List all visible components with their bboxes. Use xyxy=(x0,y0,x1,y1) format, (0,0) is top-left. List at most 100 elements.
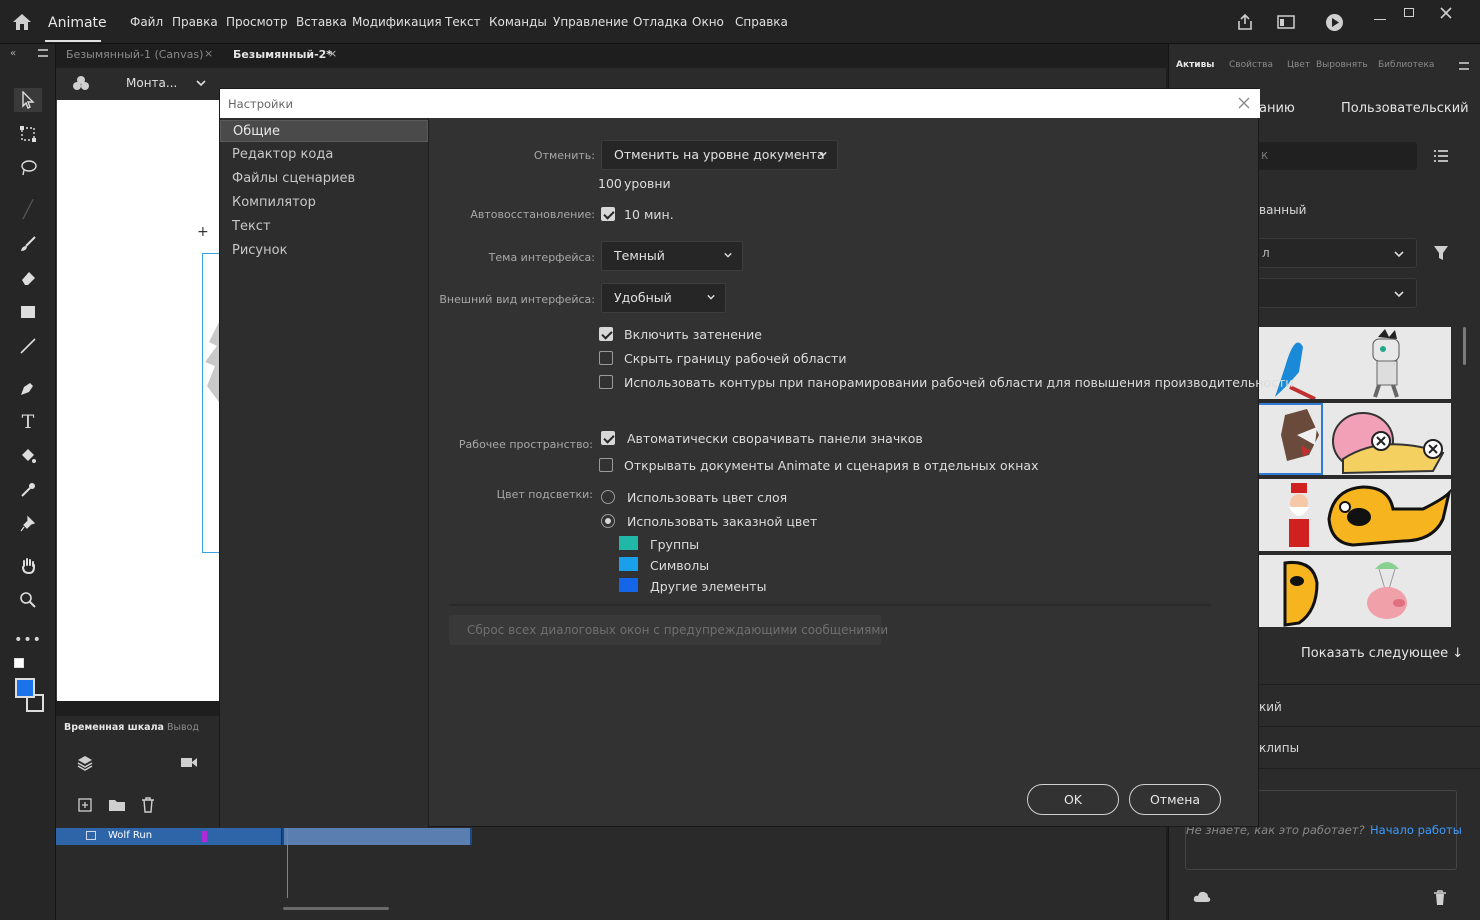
menu-window[interactable]: Окно xyxy=(692,15,724,29)
pin-tool-icon[interactable] xyxy=(14,512,42,536)
category-text[interactable]: Текст xyxy=(220,216,428,238)
scene-icon[interactable] xyxy=(72,75,90,93)
menu-view[interactable]: Просмотр xyxy=(226,15,288,29)
menu-help[interactable]: Справка xyxy=(735,15,788,29)
eyedropper-tool-icon[interactable] xyxy=(14,478,42,502)
other-elements-color-swatch[interactable] xyxy=(619,578,638,592)
symbols-color-swatch[interactable] xyxy=(619,557,638,571)
collapse-toolbar-icon[interactable]: « xyxy=(10,48,16,59)
undo-levels-value[interactable]: 100 xyxy=(598,176,622,191)
timeline-scrollbar[interactable] xyxy=(283,907,389,910)
swap-colors-icon[interactable] xyxy=(14,658,24,668)
rectangle-tool-icon[interactable] xyxy=(14,300,42,324)
layer-name[interactable]: Wolf Run xyxy=(108,830,152,841)
test-movie-icon[interactable] xyxy=(1325,13,1344,32)
theme-dropdown[interactable]: Темный xyxy=(601,241,743,271)
close-icon[interactable] xyxy=(1238,97,1250,109)
subtab-animated[interactable]: анию xyxy=(1259,101,1295,116)
tab-output[interactable]: Вывод xyxy=(167,722,199,733)
menu-control[interactable]: Управление xyxy=(553,15,628,29)
eraser-tool-icon[interactable] xyxy=(14,266,42,290)
filter-icon[interactable] xyxy=(1433,244,1449,262)
tab-align[interactable]: Выровнять xyxy=(1316,60,1368,70)
close-tab-icon[interactable]: × xyxy=(204,47,213,60)
toolbar-menu-icon[interactable] xyxy=(38,49,48,57)
category-code-editor[interactable]: Редактор кода xyxy=(220,144,428,166)
menu-commands[interactable]: Команды xyxy=(489,15,547,29)
text-tool-icon[interactable]: T xyxy=(14,410,42,434)
pan-outlines-checkbox[interactable] xyxy=(599,375,613,389)
trash-icon[interactable] xyxy=(141,797,155,813)
playhead[interactable] xyxy=(287,828,288,898)
tab-timeline[interactable]: Временная шкала xyxy=(64,722,164,733)
asset-thumbnail-mummy[interactable] xyxy=(1323,327,1451,399)
subtab-custom[interactable]: Пользовательский xyxy=(1341,101,1469,116)
doc-tab-1[interactable]: Безымянный-1 (Canvas) xyxy=(66,48,203,61)
tab-properties[interactable]: Свойства xyxy=(1229,60,1273,70)
pencil-tool-icon[interactable]: ╱ xyxy=(14,198,42,222)
cancel-button[interactable]: Отмена xyxy=(1129,784,1221,815)
category-compiler[interactable]: Компилятор xyxy=(220,192,428,214)
maximize-icon[interactable] xyxy=(1404,8,1414,17)
delete-asset-icon[interactable] xyxy=(1433,890,1447,906)
close-tab-icon[interactable]: × xyxy=(328,47,337,60)
lasso-tool-icon[interactable] xyxy=(14,156,42,180)
reset-warnings-button[interactable]: Сброс всех диалоговых окон с предупрежда… xyxy=(449,615,888,645)
asset-thumbnail-dog[interactable] xyxy=(1323,479,1452,551)
show-more-link[interactable]: Показать следующее ↓ xyxy=(1301,646,1463,661)
assets-section-clips[interactable]: клипы xyxy=(1259,741,1299,755)
shading-checkbox[interactable] xyxy=(599,327,613,341)
groups-color-swatch[interactable] xyxy=(619,536,638,550)
stroke-color-swatch[interactable] xyxy=(15,678,35,698)
selection-tool-icon[interactable] xyxy=(14,88,42,112)
assets-category-dropdown[interactable]: л xyxy=(1257,238,1417,268)
category-drawing[interactable]: Рисунок xyxy=(220,240,428,262)
separate-windows-checkbox[interactable] xyxy=(599,458,613,472)
chevron-down-icon[interactable] xyxy=(196,79,206,87)
minimize-icon[interactable] xyxy=(1374,19,1386,20)
stage-canvas[interactable]: + xyxy=(57,100,222,701)
assets-section-static[interactable]: кий xyxy=(1259,700,1282,714)
ok-button[interactable]: OK xyxy=(1027,784,1119,815)
free-transform-tool-icon[interactable] xyxy=(14,122,42,146)
use-layer-color-radio[interactable] xyxy=(601,490,615,504)
menu-insert[interactable]: Вставка xyxy=(296,15,347,29)
layers-icon[interactable] xyxy=(76,754,94,772)
category-script-files[interactable]: Файлы сценариев xyxy=(220,168,428,190)
doc-tab-2[interactable]: Безымянный-2* xyxy=(233,48,332,61)
close-window-icon[interactable] xyxy=(1440,7,1452,19)
menu-file[interactable]: Файл xyxy=(130,15,163,29)
tab-color[interactable]: Цвет xyxy=(1287,60,1310,70)
brush-tool-icon[interactable] xyxy=(14,232,42,256)
zoom-tool-icon[interactable] xyxy=(14,588,42,612)
camera-icon[interactable] xyxy=(180,756,198,769)
help-link[interactable]: Начало работы xyxy=(1370,823,1462,837)
use-custom-color-radio[interactable] xyxy=(601,514,615,528)
scene-selector[interactable]: Монта... xyxy=(126,76,177,90)
frame-span[interactable] xyxy=(282,828,472,845)
paint-bucket-tool-icon[interactable] xyxy=(14,444,42,468)
assets-search-input[interactable]: к xyxy=(1257,142,1417,170)
share-icon[interactable] xyxy=(1236,13,1254,31)
more-tools-icon[interactable]: ••• xyxy=(14,628,42,652)
assets-scrollbar[interactable] xyxy=(1463,327,1466,365)
menu-debug[interactable]: Отладка xyxy=(633,15,687,29)
hand-tool-icon[interactable] xyxy=(14,554,42,578)
pen-tool-icon[interactable] xyxy=(14,376,42,400)
assets-sort-dropdown[interactable] xyxy=(1257,278,1417,308)
hide-stage-border-checkbox[interactable] xyxy=(599,351,613,365)
category-general[interactable]: Общие xyxy=(220,120,428,142)
folder-icon[interactable] xyxy=(108,798,126,812)
tab-library[interactable]: Библиотека xyxy=(1378,60,1434,70)
menu-modify[interactable]: Модификация xyxy=(352,15,442,29)
panel-menu-icon[interactable] xyxy=(1459,62,1469,70)
asset-thumbnail-pig[interactable] xyxy=(1323,555,1451,627)
home-icon[interactable] xyxy=(12,13,32,31)
new-layer-icon[interactable] xyxy=(78,798,92,812)
autorecovery-minutes[interactable]: 10 xyxy=(624,207,640,222)
asset-thumbnail-snail[interactable] xyxy=(1323,403,1451,475)
list-view-icon[interactable] xyxy=(1433,149,1449,163)
appearance-dropdown[interactable]: Удобный xyxy=(601,283,726,313)
tab-assets[interactable]: Активы xyxy=(1176,60,1214,70)
menu-text[interactable]: Текст xyxy=(445,15,481,29)
